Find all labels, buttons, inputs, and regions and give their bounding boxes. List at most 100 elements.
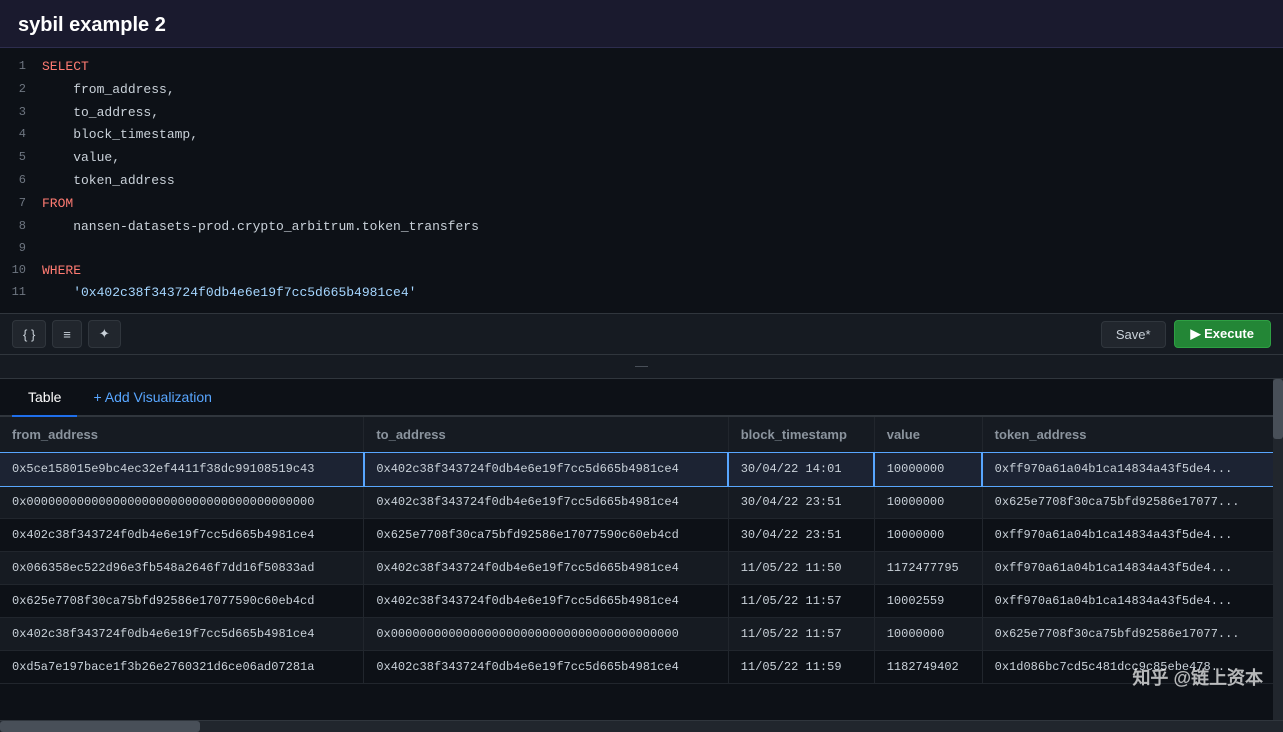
table-cell-value: 10000000 [874,453,982,486]
line-content: SELECT [42,57,89,78]
line-content: FROM [42,194,73,215]
results-table: from_address to_address block_timestamp … [0,417,1283,684]
line-number: 2 [0,80,42,99]
json-view-button[interactable]: { } [12,320,46,348]
col-block-timestamp: block_timestamp [728,417,874,453]
code-line: 7FROM [0,193,1283,216]
line-number: 1 [0,57,42,76]
table-cell-token-address: 0xff970a61a04b1ca14834a43f5de4... [982,519,1282,552]
table-cell-from-address: 0x402c38f343724f0db4e6e19f7cc5d665b4981c… [0,519,364,552]
code-editor[interactable]: 1SELECT2 from_address,3 to_address,4 blo… [0,48,1283,314]
line-number: 8 [0,217,42,236]
line-content: nansen-datasets-prod.crypto_arbitrum.tok… [42,217,479,238]
table-row[interactable]: 0x402c38f343724f0db4e6e19f7cc5d665b4981c… [0,618,1283,651]
table-cell-block-timestamp: 11/05/22 11:50 [728,552,874,585]
table-cell-block-timestamp: 30/04/22 23:51 [728,486,874,519]
col-value: value [874,417,982,453]
table-row[interactable]: 0xd5a7e197bace1f3b26e2760321d6ce06ad0728… [0,651,1283,684]
code-line: 5 value, [0,147,1283,170]
table-cell-token-address: 0xff970a61a04b1ca14834a43f5de4... [982,453,1282,486]
table-cell-to-address: 0x402c38f343724f0db4e6e19f7cc5d665b4981c… [364,486,728,519]
table-cell-value: 10000000 [874,519,982,552]
code-line: 11 '0x402c38f343724f0db4e6e19f7cc5d665b4… [0,282,1283,305]
line-content: value, [42,148,120,169]
table-cell-value: 1172477795 [874,552,982,585]
results-area: Table + Add Visualization from_address t… [0,379,1283,720]
col-from-address: from_address [0,417,364,453]
table-cell-to-address: 0x402c38f343724f0db4e6e19f7cc5d665b4981c… [364,651,728,684]
table-cell-block-timestamp: 11/05/22 11:59 [728,651,874,684]
code-line: 3 to_address, [0,102,1283,125]
line-number: 9 [0,239,42,258]
tabs-bar: Table + Add Visualization [0,379,1283,417]
line-number: 11 [0,283,42,302]
table-view-button[interactable]: ≡ [52,320,82,348]
table-cell-token-address: 0x625e7708f30ca75bfd92586e17077... [982,618,1282,651]
add-visualization-button[interactable]: + Add Visualization [81,379,223,415]
horizontal-scrollbar-thumb[interactable] [0,721,200,732]
line-content: to_address, [42,103,159,124]
col-to-address: to_address [364,417,728,453]
code-line: 9 [0,238,1283,259]
execute-button[interactable]: Execute [1174,320,1271,348]
code-line: 6 token_address [0,170,1283,193]
code-line: 10WHERE [0,260,1283,283]
table-cell-block-timestamp: 11/05/22 11:57 [728,585,874,618]
table-cell-from-address: 0x402c38f343724f0db4e6e19f7cc5d665b4981c… [0,618,364,651]
table-cell-block-timestamp: 30/04/22 14:01 [728,453,874,486]
table-cell-block-timestamp: 30/04/22 23:51 [728,519,874,552]
code-line: 1SELECT [0,56,1283,79]
table-cell-from-address: 0x5ce158015e9bc4ec32ef4411f38dc99108519c… [0,453,364,486]
table-cell-value: 10002559 [874,585,982,618]
code-line: 4 block_timestamp, [0,124,1283,147]
line-content: from_address, [42,80,175,101]
drag-handle[interactable]: ⎯⎯ [0,355,1283,379]
table-cell-to-address: 0x402c38f343724f0db4e6e19f7cc5d665b4981c… [364,552,728,585]
table-row[interactable]: 0x066358ec522d96e3fb548a2646f7dd16f50833… [0,552,1283,585]
table-cell-token-address: 0x1d086bc7cd5c481dcc9c85ebe478... [982,651,1282,684]
table-cell-from-address: 0x625e7708f30ca75bfd92586e17077590c60eb4… [0,585,364,618]
line-number: 3 [0,103,42,122]
table-cell-from-address: 0x00000000000000000000000000000000000000… [0,486,364,519]
table-cell-value: 10000000 [874,618,982,651]
table-cell-token-address: 0x625e7708f30ca75bfd92586e17077... [982,486,1282,519]
horizontal-scrollbar[interactable] [0,720,1283,732]
table-row[interactable]: 0x402c38f343724f0db4e6e19f7cc5d665b4981c… [0,519,1283,552]
star-button[interactable]: ✦ [88,320,121,348]
table-cell-from-address: 0x066358ec522d96e3fb548a2646f7dd16f50833… [0,552,364,585]
table-cell-from-address: 0xd5a7e197bace1f3b26e2760321d6ce06ad0728… [0,651,364,684]
line-content: block_timestamp, [42,125,198,146]
tab-table[interactable]: Table [12,379,77,417]
vertical-scrollbar[interactable] [1273,379,1283,720]
table-header-row: from_address to_address block_timestamp … [0,417,1283,453]
code-line: 8 nansen-datasets-prod.crypto_arbitrum.t… [0,216,1283,239]
table-cell-to-address: 0x625e7708f30ca75bfd92586e17077590c60eb4… [364,519,728,552]
table-cell-value: 10000000 [874,486,982,519]
table-cell-to-address: 0x402c38f343724f0db4e6e19f7cc5d665b4981c… [364,585,728,618]
table-cell-to-address: 0x402c38f343724f0db4e6e19f7cc5d665b4981c… [364,453,728,486]
scrollbar-thumb[interactable] [1273,379,1283,439]
table-cell-block-timestamp: 11/05/22 11:57 [728,618,874,651]
line-number: 7 [0,194,42,213]
table-cell-token-address: 0xff970a61a04b1ca14834a43f5de4... [982,552,1282,585]
line-number: 6 [0,171,42,190]
line-number: 4 [0,125,42,144]
table-cell-to-address: 0x00000000000000000000000000000000000000… [364,618,728,651]
code-line: 2 from_address, [0,79,1283,102]
table-container[interactable]: from_address to_address block_timestamp … [0,417,1283,720]
line-content: '0x402c38f343724f0db4e6e19f7cc5d665b4981… [42,283,416,304]
save-button[interactable]: Save* [1101,321,1166,348]
table-cell-token-address: 0xff970a61a04b1ca14834a43f5de4... [982,585,1282,618]
line-content: WHERE [42,261,81,282]
col-token-address: token_address [982,417,1282,453]
table-cell-value: 1182749402 [874,651,982,684]
header: sybil example 2 [0,0,1283,48]
line-number: 5 [0,148,42,167]
line-content: token_address [42,171,175,192]
table-row[interactable]: 0x00000000000000000000000000000000000000… [0,486,1283,519]
line-number: 10 [0,261,42,280]
table-row[interactable]: 0x625e7708f30ca75bfd92586e17077590c60eb4… [0,585,1283,618]
toolbar: { } ≡ ✦ Save* Execute [0,314,1283,355]
page-title: sybil example 2 [18,14,166,36]
table-row[interactable]: 0x5ce158015e9bc4ec32ef4411f38dc99108519c… [0,453,1283,486]
